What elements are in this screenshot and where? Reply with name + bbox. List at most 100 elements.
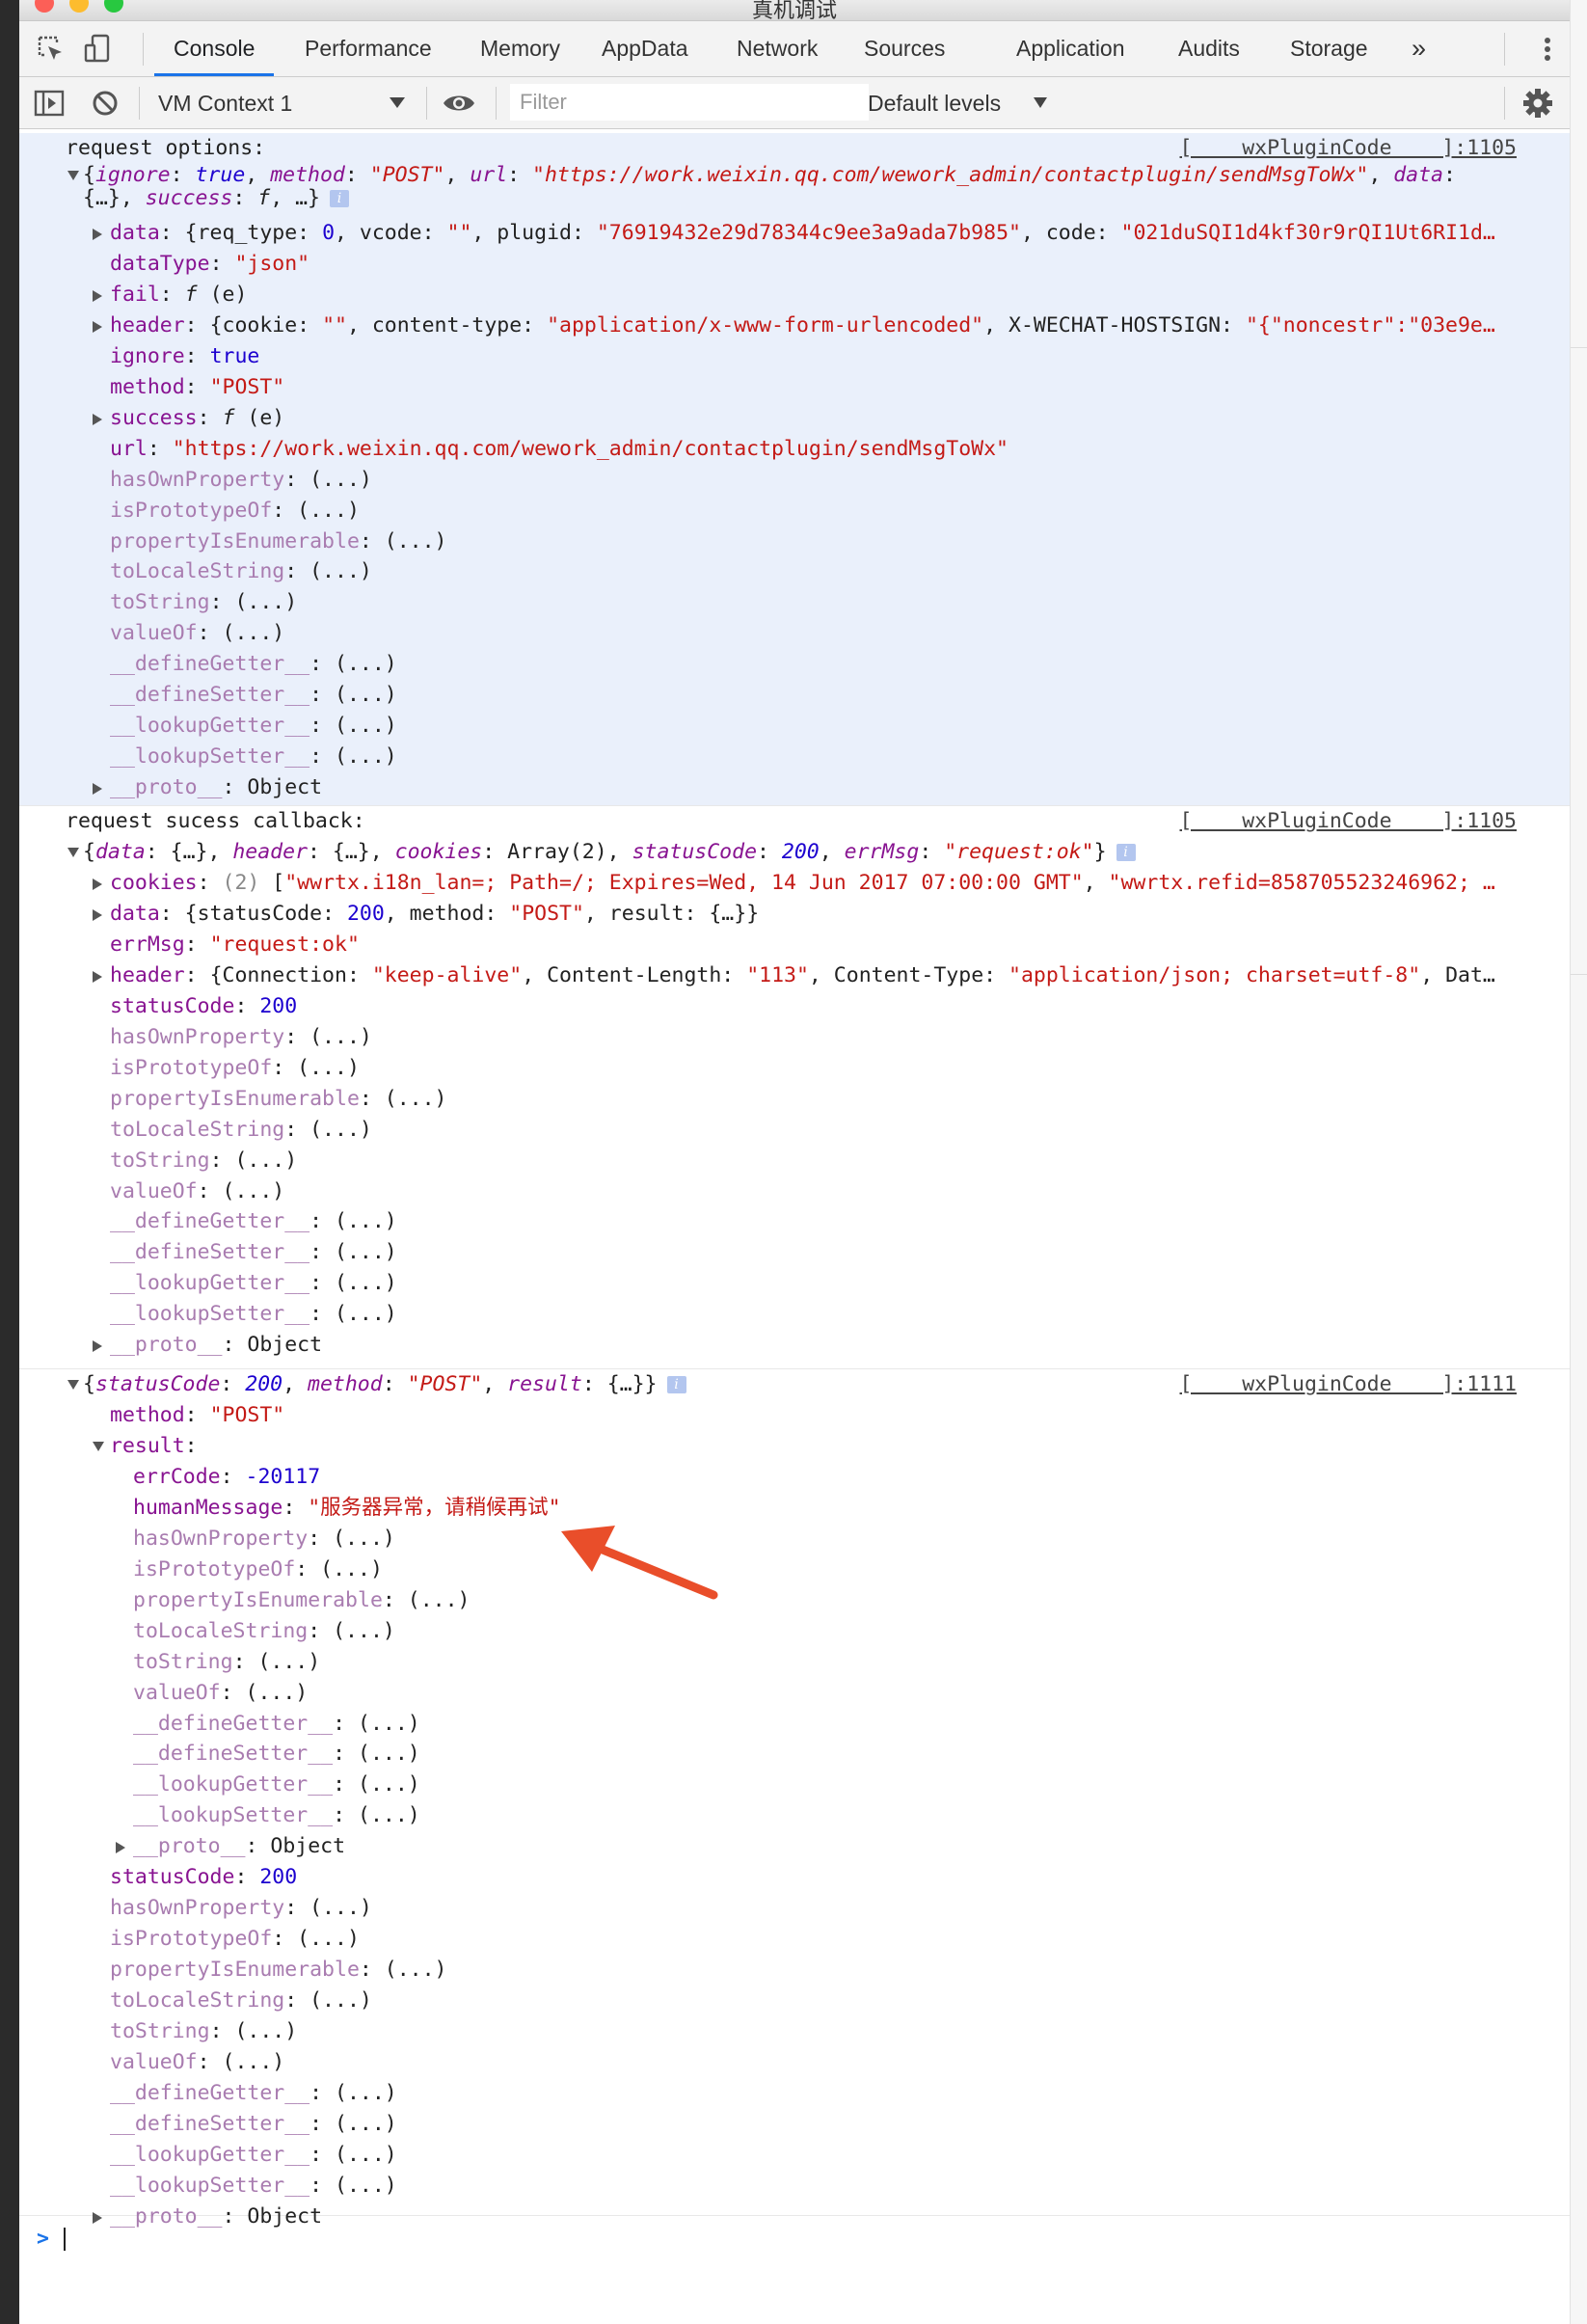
value-token: , Dat… bbox=[1420, 962, 1495, 987]
value-token: "" bbox=[446, 221, 472, 245]
property-row[interactable]: header: {Connection: "keep-alive", Conte… bbox=[110, 960, 1495, 991]
eye-icon[interactable] bbox=[442, 87, 474, 120]
tab-sources[interactable]: Sources bbox=[864, 21, 945, 76]
property-row: errCode: -20117 bbox=[133, 1464, 321, 1489]
property-row: valueOf: (...) bbox=[110, 2049, 285, 2074]
expand-triangle-open-icon[interactable] bbox=[67, 1380, 79, 1390]
tab-network[interactable]: Network bbox=[737, 21, 818, 76]
expand-triangle-closed-icon[interactable] bbox=[93, 413, 102, 425]
property-row: __lookupSetter__: (...) bbox=[110, 2173, 397, 2198]
property-row: __defineSetter__: (...) bbox=[110, 683, 397, 708]
info-icon[interactable]: i bbox=[1116, 844, 1136, 861]
property-row[interactable]: __proto__: Object bbox=[133, 1831, 345, 1862]
value-token: (...) bbox=[384, 1958, 447, 1983]
value-token: [ bbox=[272, 871, 285, 895]
value-token: (...) bbox=[335, 2111, 397, 2136]
value-token: 200 bbox=[346, 901, 385, 926]
property-key: success bbox=[110, 405, 198, 430]
expand-triangle-closed-icon[interactable] bbox=[93, 908, 102, 921]
property-row[interactable]: __proto__: Object bbox=[110, 2202, 322, 2232]
property-key: __defineSetter__ bbox=[110, 2111, 310, 2136]
gear-icon[interactable] bbox=[1521, 87, 1554, 120]
value-token: : bbox=[232, 186, 258, 210]
expand-triangle-open-icon[interactable] bbox=[67, 848, 79, 857]
device-toolbar-icon[interactable] bbox=[81, 33, 114, 66]
property-row[interactable]: __proto__: Object bbox=[110, 1330, 322, 1361]
value-token: (...) bbox=[297, 498, 360, 523]
expand-triangle-closed-icon[interactable] bbox=[93, 970, 102, 983]
expand-triangle-closed-icon[interactable] bbox=[93, 289, 102, 302]
property-row[interactable]: fail: f (e) bbox=[110, 280, 247, 311]
property-row[interactable]: __proto__: Object bbox=[110, 772, 322, 803]
expand-triangle-closed-icon[interactable] bbox=[93, 1340, 102, 1353]
property-row: hasOwnProperty: (...) bbox=[110, 467, 372, 492]
info-icon[interactable]: i bbox=[329, 190, 349, 207]
property-key: propertyIsEnumerable bbox=[110, 1958, 360, 1983]
expand-triangle-closed-icon[interactable] bbox=[116, 1842, 125, 1854]
property-key: valueOf bbox=[133, 1680, 221, 1705]
tab-application[interactable]: Application bbox=[1016, 21, 1125, 76]
property-key: data bbox=[110, 901, 160, 926]
more-tabs-button[interactable]: » bbox=[1412, 21, 1426, 75]
tab-storage[interactable]: Storage bbox=[1290, 21, 1368, 76]
property-row: humanMessage: "服务器异常，请稍候再试" bbox=[133, 1495, 561, 1520]
value-token: (e) bbox=[234, 405, 285, 430]
property-key: toLocaleString bbox=[133, 1618, 309, 1643]
console-message: [ wxPluginCode ]:1105 request sucess call… bbox=[19, 806, 1570, 1369]
value-token: (...) bbox=[297, 1927, 360, 1952]
value-token: (...) bbox=[358, 1803, 420, 1828]
source-link[interactable]: [ wxPluginCode ]:1111 bbox=[1180, 1369, 1518, 1400]
object-summary[interactable]: {data: {…}, header: {…}, cookies: Array(… bbox=[83, 837, 1136, 868]
annotation-arrow-icon bbox=[561, 1526, 718, 1600]
expand-triangle-closed-icon[interactable] bbox=[93, 320, 102, 333]
clear-console-icon[interactable] bbox=[89, 87, 121, 120]
expand-triangle-open-icon[interactable] bbox=[67, 171, 79, 180]
value-token: "application/x-www-form-urlencoded" bbox=[547, 312, 984, 338]
expand-triangle-closed-icon[interactable] bbox=[93, 2211, 102, 2224]
value-token: "wwrtx.refid=858705523246962; … bbox=[1108, 871, 1495, 895]
sidebar-toggle-icon[interactable] bbox=[33, 87, 66, 120]
tab-console[interactable]: Console bbox=[154, 21, 275, 76]
property-row[interactable]: success: f (e) bbox=[110, 403, 284, 434]
tab-audits[interactable]: Audits bbox=[1178, 21, 1240, 76]
property-row: method: "POST" bbox=[110, 1403, 285, 1427]
source-link[interactable]: [ wxPluginCode ]:1105 bbox=[1180, 806, 1518, 837]
property-key: statusCode bbox=[110, 1865, 235, 1890]
expand-triangle-closed-icon[interactable] bbox=[93, 229, 102, 240]
expand-triangle-closed-icon[interactable] bbox=[93, 783, 102, 796]
property-row: hasOwnProperty: (...) bbox=[110, 1024, 372, 1049]
log-label: request sucess callback: bbox=[66, 809, 365, 833]
property-row[interactable]: data: {statusCode: 200, method: "POST", … bbox=[110, 899, 759, 930]
value-token: , content-type: bbox=[346, 312, 548, 338]
expand-triangle-open-icon[interactable] bbox=[93, 1441, 104, 1451]
property-key: __defineGetter__ bbox=[110, 1209, 310, 1234]
value-token: : bbox=[757, 840, 782, 864]
property-row[interactable]: result: bbox=[110, 1431, 210, 1462]
object-summary[interactable]: {statusCode: 200, method: "POST", result… bbox=[83, 1369, 686, 1400]
property-row[interactable]: data: {req_type: 0, vcode: "", plugid: "… bbox=[110, 218, 1495, 249]
property-row[interactable]: header: {cookie: "", content-type: "appl… bbox=[110, 311, 1495, 341]
info-icon[interactable]: i bbox=[666, 1376, 686, 1393]
tab-memory[interactable]: Memory bbox=[480, 21, 560, 76]
value-token: "https://work.weixin.qq.com/wework_admin… bbox=[172, 436, 1009, 461]
tab-appdata[interactable]: AppData bbox=[602, 21, 688, 76]
inspect-element-icon[interactable] bbox=[35, 33, 67, 66]
log-levels-select[interactable]: Default levels bbox=[868, 77, 1001, 129]
property-key: toString bbox=[133, 1649, 233, 1674]
property-key: __defineGetter__ bbox=[110, 2080, 310, 2105]
value-token: : Array(2), bbox=[482, 840, 632, 864]
value-token: : bbox=[220, 1372, 246, 1396]
kebab-menu-icon[interactable] bbox=[1533, 35, 1562, 64]
property-key: statusCode bbox=[110, 993, 235, 1018]
expand-triangle-closed-icon[interactable] bbox=[93, 878, 102, 890]
execution-context-select[interactable]: VM Context 1 bbox=[158, 77, 292, 129]
property-key: header bbox=[110, 312, 185, 338]
value-token: {cookie: bbox=[209, 312, 323, 338]
filter-input[interactable] bbox=[509, 83, 870, 122]
value-token: "POST" bbox=[209, 374, 285, 399]
value-token: (...) bbox=[234, 1148, 298, 1173]
property-row[interactable]: cookies: (2) ["wwrtx.i18n_lan=; Path=/; … bbox=[110, 868, 1495, 899]
tab-performance[interactable]: Performance bbox=[305, 21, 432, 76]
property-key: __lookupGetter__ bbox=[110, 2142, 310, 2167]
console-prompt[interactable]: > bbox=[37, 2224, 49, 2255]
